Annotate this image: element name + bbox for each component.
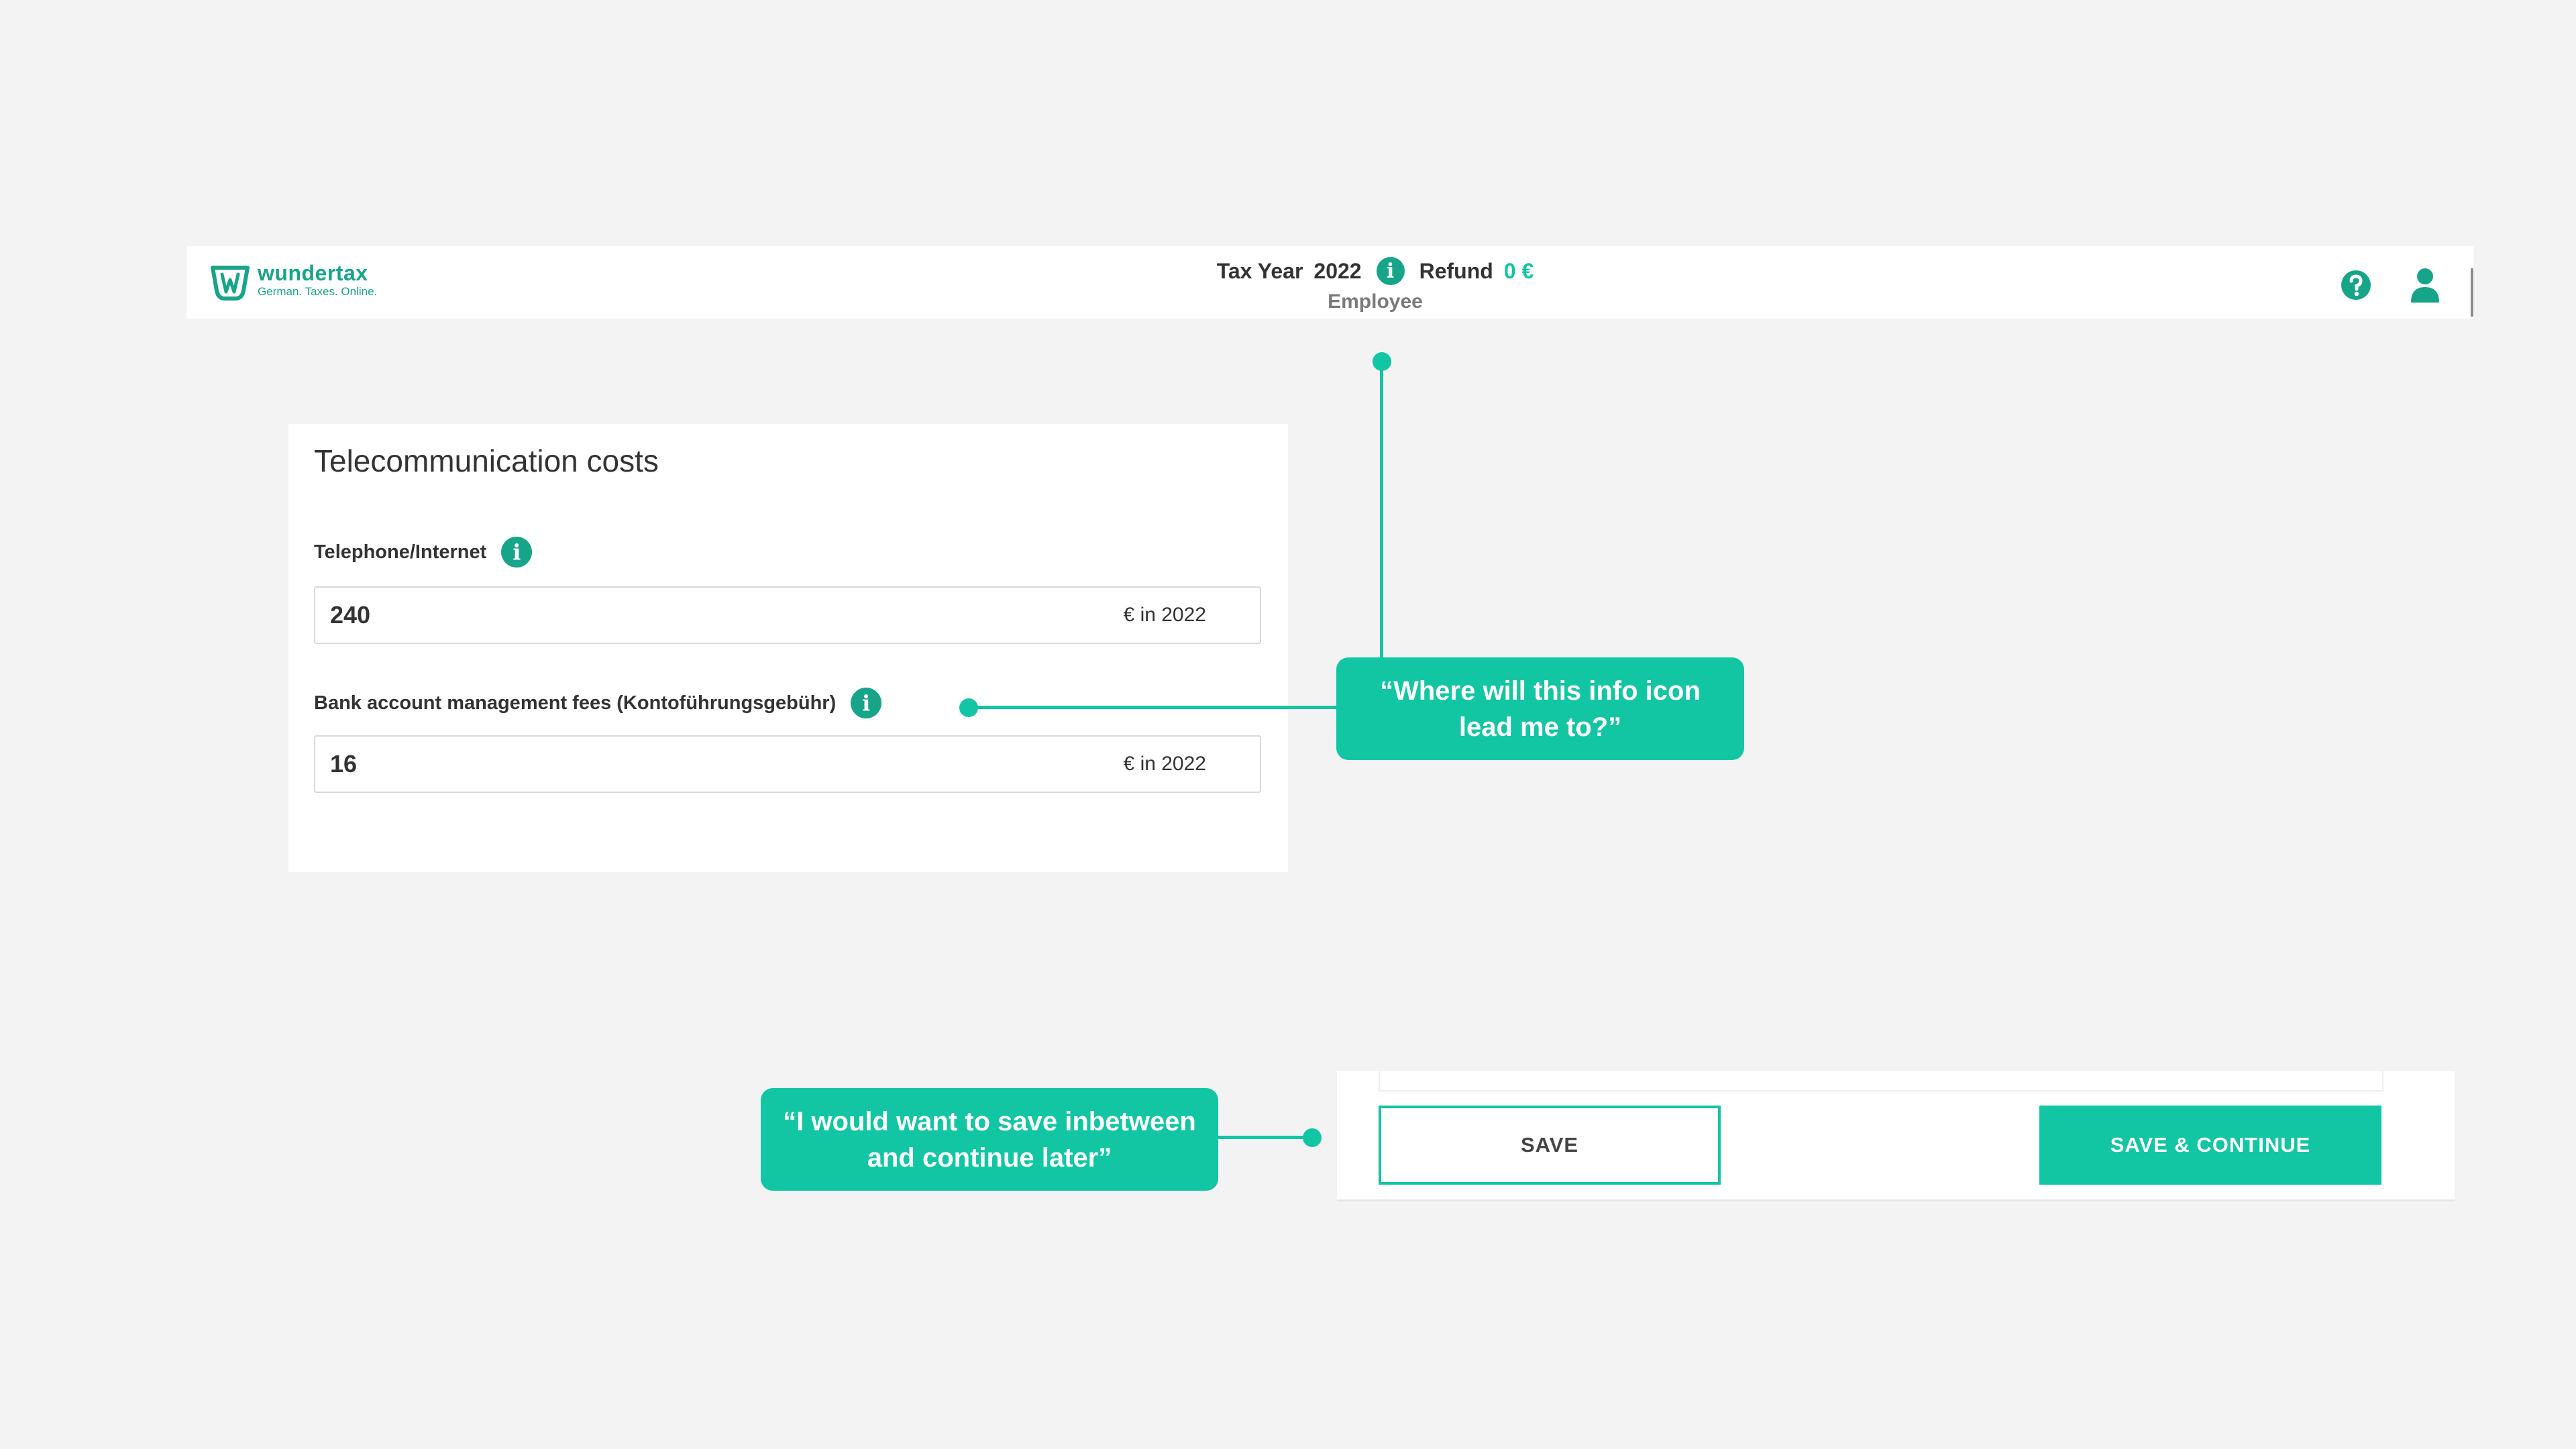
user-icon[interactable] — [2410, 268, 2440, 303]
refund-label: Refund — [1419, 258, 1493, 283]
action-bar-top-strip — [1379, 1071, 2383, 1091]
tax-year-value: 2022 — [1313, 258, 1362, 283]
help-icon[interactable] — [2340, 269, 2372, 301]
telephone-internet-input[interactable]: 240 € in 2022 — [314, 586, 1261, 644]
refund-value: 0 € — [1503, 258, 1534, 283]
telephone-internet-label: Telephone/Internet — [314, 541, 487, 563]
annotation-connector — [1380, 362, 1383, 658]
info-icon[interactable]: i — [1376, 257, 1405, 285]
bank-fees-input[interactable]: 16 € in 2022 — [314, 735, 1261, 793]
input-value: 16 — [330, 750, 358, 777]
input-value: 240 — [330, 601, 371, 629]
annotation-connector — [1217, 1136, 1312, 1139]
info-icon[interactable]: i — [851, 688, 882, 718]
brand-name[interactable]: wundertax — [258, 261, 368, 286]
card-title: Telecommunication costs — [314, 443, 659, 478]
save-annotation: “I would want to save inbetween and cont… — [761, 1088, 1218, 1191]
bank-fees-label: Bank account management fees (Kontoführu… — [314, 692, 837, 714]
tax-summary: Tax Year 2022 i Refund 0 € Employee — [1006, 257, 1744, 313]
info-icon[interactable]: i — [501, 537, 533, 568]
telecommunication-card — [288, 424, 1288, 872]
field-label-row: Telephone/Internet i — [314, 537, 533, 568]
role-label: Employee — [1328, 290, 1423, 313]
save-button[interactable]: SAVE — [1379, 1106, 1721, 1185]
field-label-row: Bank account management fees (Kontoführu… — [314, 688, 882, 718]
tax-year-label: Tax Year — [1216, 258, 1303, 283]
brand-tagline: German. Taxes. Online. — [258, 285, 378, 298]
input-suffix: € in 2022 — [1123, 604, 1206, 626]
annotation-dot — [1303, 1128, 1322, 1147]
wundertax-logo-icon[interactable] — [209, 264, 252, 301]
annotation-connector — [969, 706, 1338, 709]
header-scrollbar[interactable] — [2471, 268, 2473, 317]
info-icon-annotation: “Where will this info icon lead me to?” — [1336, 657, 1744, 760]
save-continue-button[interactable]: SAVE & CONTINUE — [2039, 1106, 2381, 1185]
input-suffix: € in 2022 — [1123, 753, 1206, 775]
